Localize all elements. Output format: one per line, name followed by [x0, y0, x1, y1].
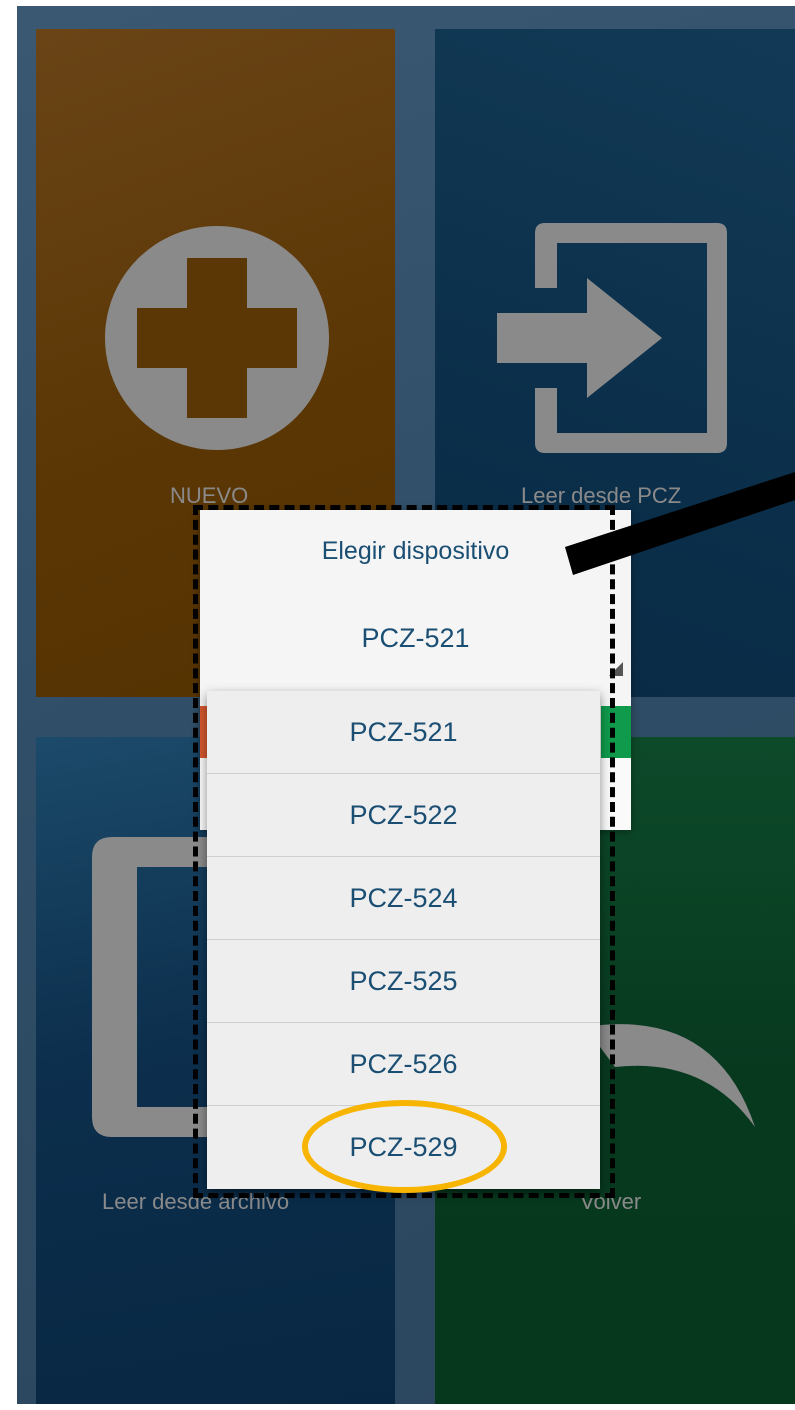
back-arrow-icon: [585, 1024, 755, 1127]
annotation-dashed-box: [193, 505, 615, 1198]
annotation-highlight-circle: [302, 1100, 507, 1193]
sign-in-icon: [497, 223, 727, 453]
screen: NUEVO Leer desde PCZ Leer desde archivo …: [0, 0, 795, 1410]
annotation-pointer-line: [565, 472, 795, 575]
plus-circle-icon: [105, 226, 329, 450]
